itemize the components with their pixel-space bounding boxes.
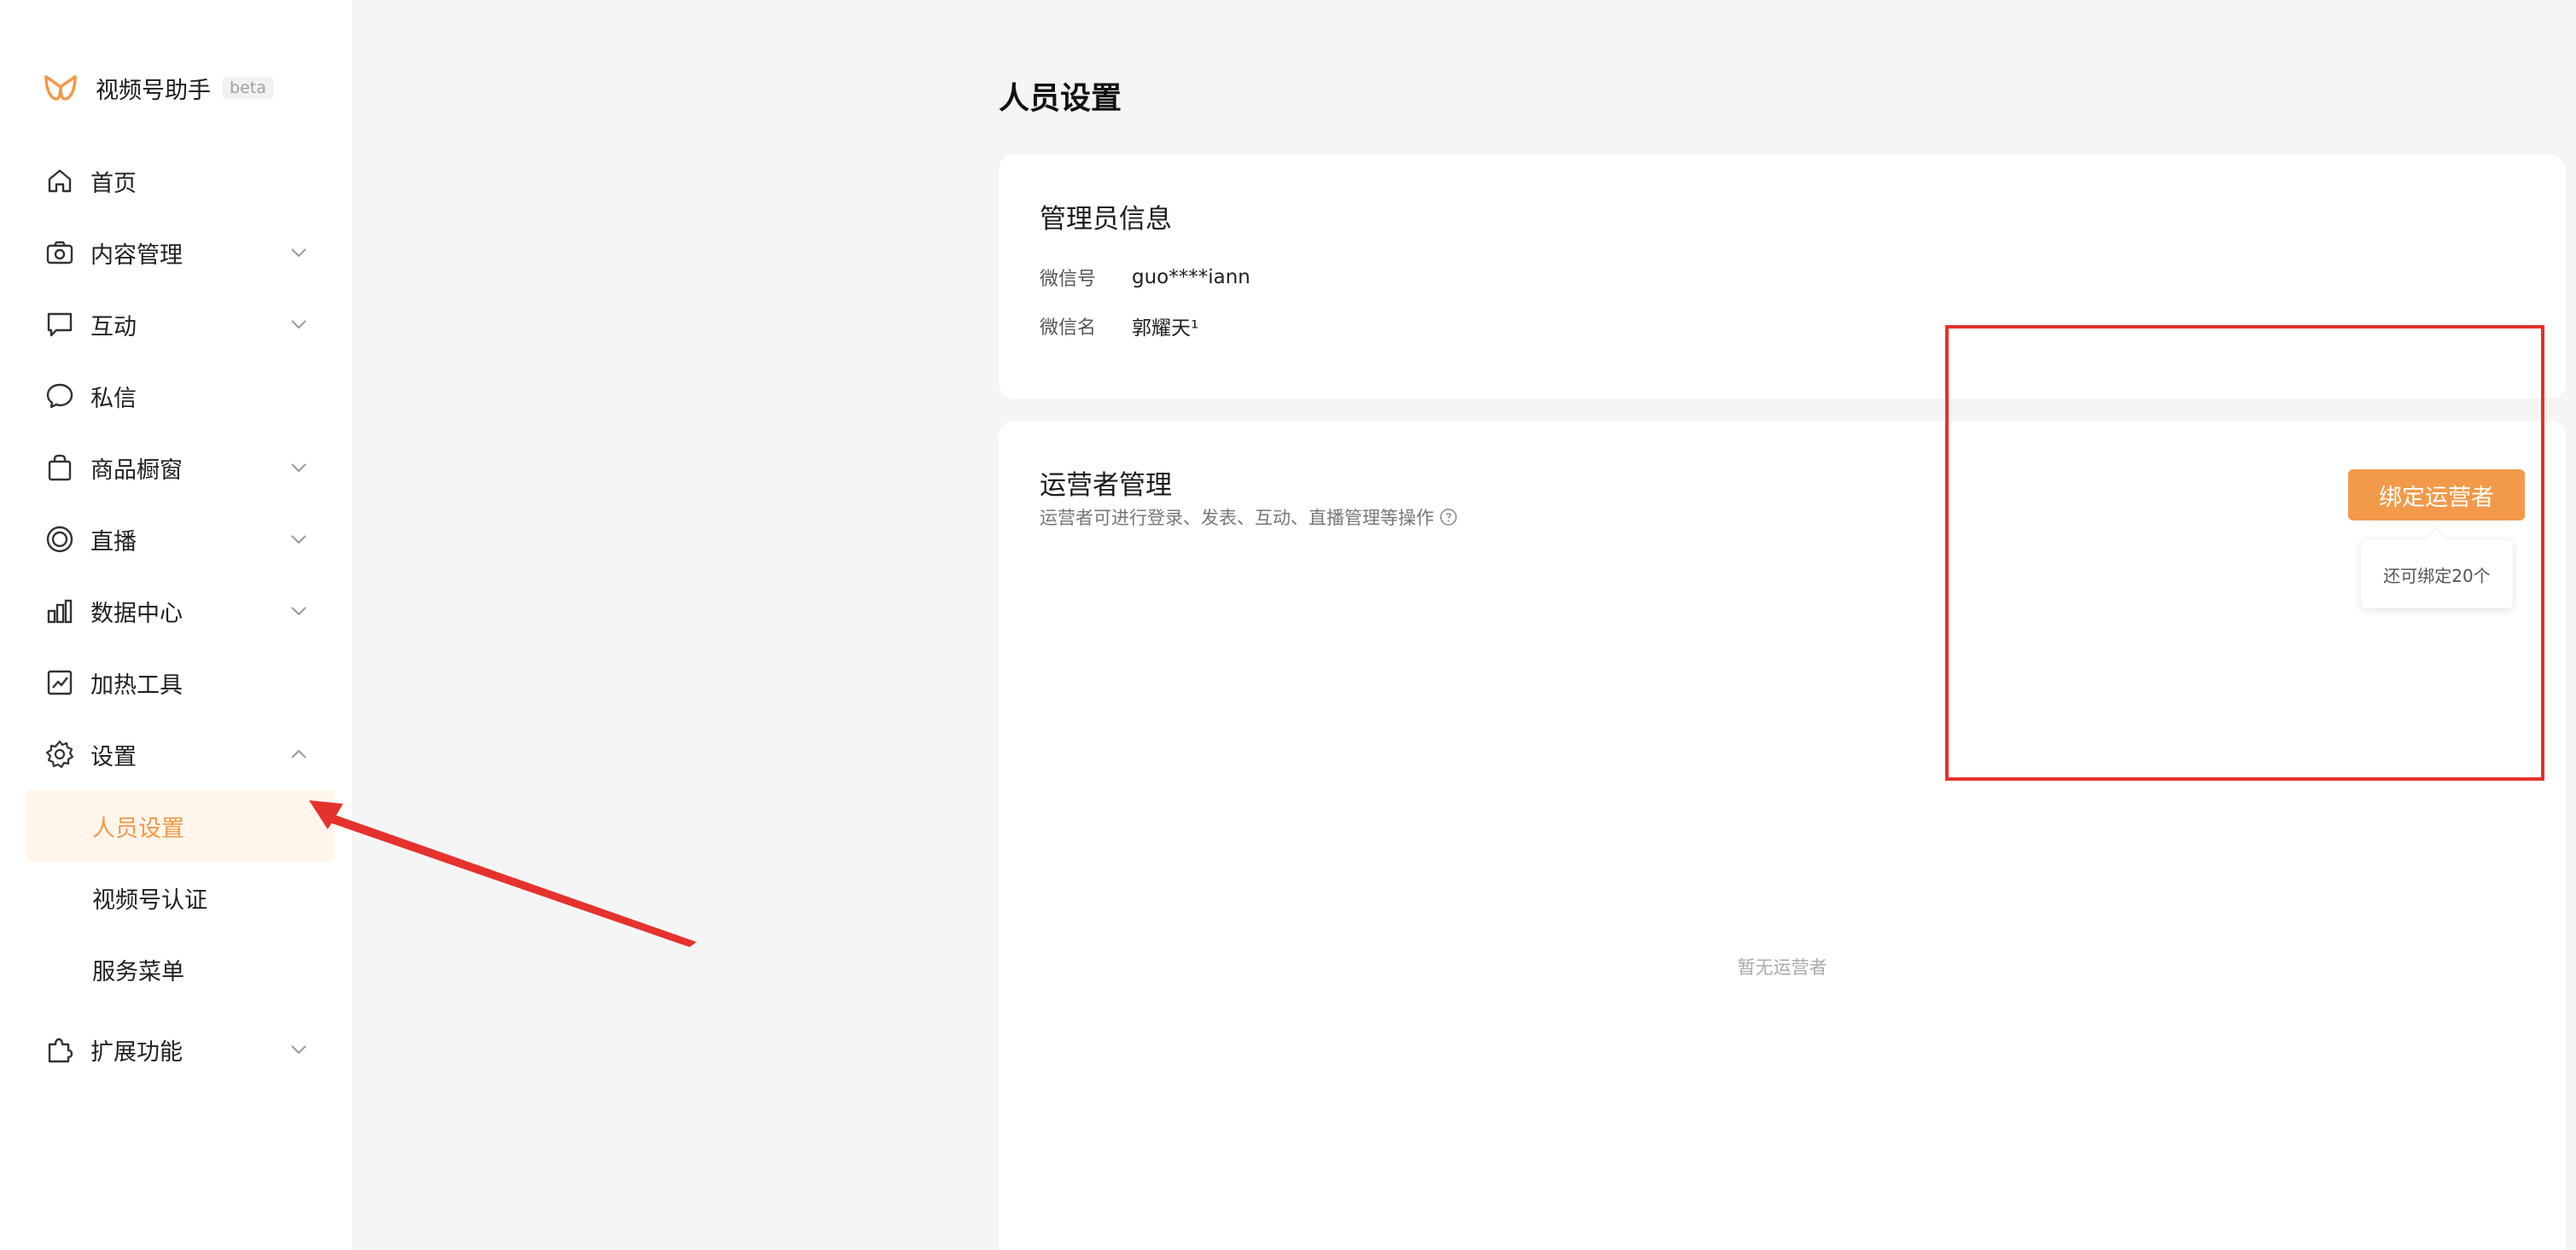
- sidebar-item-label: 互动: [90, 313, 137, 340]
- brand-logo-icon: [44, 75, 77, 101]
- sidebar-item-extensions[interactable]: 扩展功能: [0, 1014, 353, 1085]
- chevron-down-icon: [291, 463, 306, 473]
- app-root: 视频号助手 beta 首页 内容管理 互动 私信 商品橱窗 直播 数据中心 加热…: [0, 0, 2576, 1250]
- sidebar-item-label: 扩展功能: [90, 1038, 183, 1066]
- sidebar-item-label: 首页: [90, 170, 137, 197]
- chevron-down-icon: [291, 248, 306, 258]
- sidebar-item-live[interactable]: 直播: [0, 503, 353, 575]
- shopping-bag-icon: [48, 454, 72, 481]
- sidebar-item-label: 内容管理: [90, 241, 183, 269]
- wechat-name-row: 微信名 郭耀天¹: [1040, 311, 1198, 340]
- page-title: 人员设置: [999, 81, 1122, 116]
- camera-icon: [46, 241, 73, 265]
- admin-info-title: 管理员信息: [1040, 204, 1172, 235]
- sidebar-item-settings[interactable]: 设置: [0, 718, 353, 790]
- sidebar: 视频号助手 beta 首页 内容管理 互动 私信 商品橱窗 直播 数据中心 加热…: [0, 0, 353, 1250]
- operator-management-card: 运营者管理 运营者可进行登录、发表、互动、直播管理等操作 绑定运营者 还可绑定2…: [999, 421, 2566, 1250]
- message-icon: [46, 383, 73, 409]
- home-icon: [48, 169, 72, 193]
- sidebar-item-home[interactable]: 首页: [0, 145, 353, 217]
- sidebar-item-interaction[interactable]: 互动: [0, 288, 353, 360]
- operator-description-text: 运营者可进行登录、发表、互动、直播管理等操作: [1040, 508, 1434, 528]
- sidebar-nav: 首页 内容管理 互动 私信 商品橱窗 直播 数据中心 加热工具 设置 人员设置 …: [0, 145, 353, 1085]
- sidebar-item-label: 直播: [90, 528, 137, 555]
- help-icon[interactable]: [1439, 508, 1458, 526]
- sidebar-subitem-label: 服务菜单: [92, 958, 184, 985]
- operator-management-title: 运营者管理: [1040, 470, 1172, 501]
- sidebar-item-label: 数据中心: [90, 600, 183, 627]
- gear-icon: [45, 740, 74, 769]
- chevron-down-icon: [291, 320, 306, 329]
- sidebar-item-label: 加热工具: [90, 672, 183, 699]
- brand-name: 视频号助手: [96, 77, 211, 104]
- empty-state-text: 暂无运营者: [1737, 957, 1827, 978]
- chevron-down-icon: [291, 1045, 306, 1055]
- chevron-down-icon: [291, 535, 306, 544]
- sidebar-item-label: 商品橱窗: [90, 456, 183, 484]
- chevron-up-icon: [291, 749, 306, 759]
- wechat-id-value: guo****iann: [1132, 266, 1250, 288]
- brand[interactable]: 视频号助手 beta: [43, 67, 273, 109]
- wechat-id-label: 微信号: [1040, 269, 1097, 290]
- remaining-bind-tooltip: 还可绑定20个: [2361, 540, 2513, 608]
- sidebar-subitem-label: 人员设置: [92, 815, 184, 842]
- sidebar-item-label: 设置: [90, 743, 137, 770]
- wechat-name-value: 郭耀天¹: [1132, 317, 1199, 340]
- admin-info-card: 管理员信息 微信号 guo****iann 微信名 郭耀天¹: [999, 154, 2566, 398]
- sidebar-subitem-staff-settings[interactable]: 人员设置: [26, 790, 335, 862]
- live-icon: [46, 526, 73, 553]
- beta-badge: beta: [223, 77, 273, 99]
- sidebar-item-messages[interactable]: 私信: [0, 360, 353, 432]
- comment-icon: [47, 312, 73, 337]
- bar-chart-icon: [47, 599, 73, 624]
- sidebar-subitem-label: 视频号认证: [92, 887, 207, 914]
- chevron-down-icon: [291, 607, 306, 616]
- operator-description: 运营者可进行登录、发表、互动、直播管理等操作: [1040, 504, 1458, 530]
- bind-operator-button[interactable]: 绑定运营者: [2348, 469, 2525, 520]
- sidebar-item-boost-tools[interactable]: 加热工具: [0, 647, 353, 718]
- sidebar-subitem-verification[interactable]: 视频号认证: [0, 862, 353, 933]
- sidebar-item-label: 私信: [90, 385, 137, 412]
- sidebar-item-data-center[interactable]: 数据中心: [0, 575, 353, 647]
- sidebar-subitem-service-menu[interactable]: 服务菜单: [0, 933, 353, 1005]
- wechat-name-label: 微信名: [1040, 317, 1097, 339]
- puzzle-icon: [48, 1038, 73, 1063]
- sidebar-item-content[interactable]: 内容管理: [0, 217, 353, 288]
- wechat-id-row: 微信号 guo****iann: [1040, 264, 1250, 291]
- sidebar-item-shop[interactable]: 商品橱窗: [0, 432, 353, 503]
- trend-icon: [47, 670, 73, 695]
